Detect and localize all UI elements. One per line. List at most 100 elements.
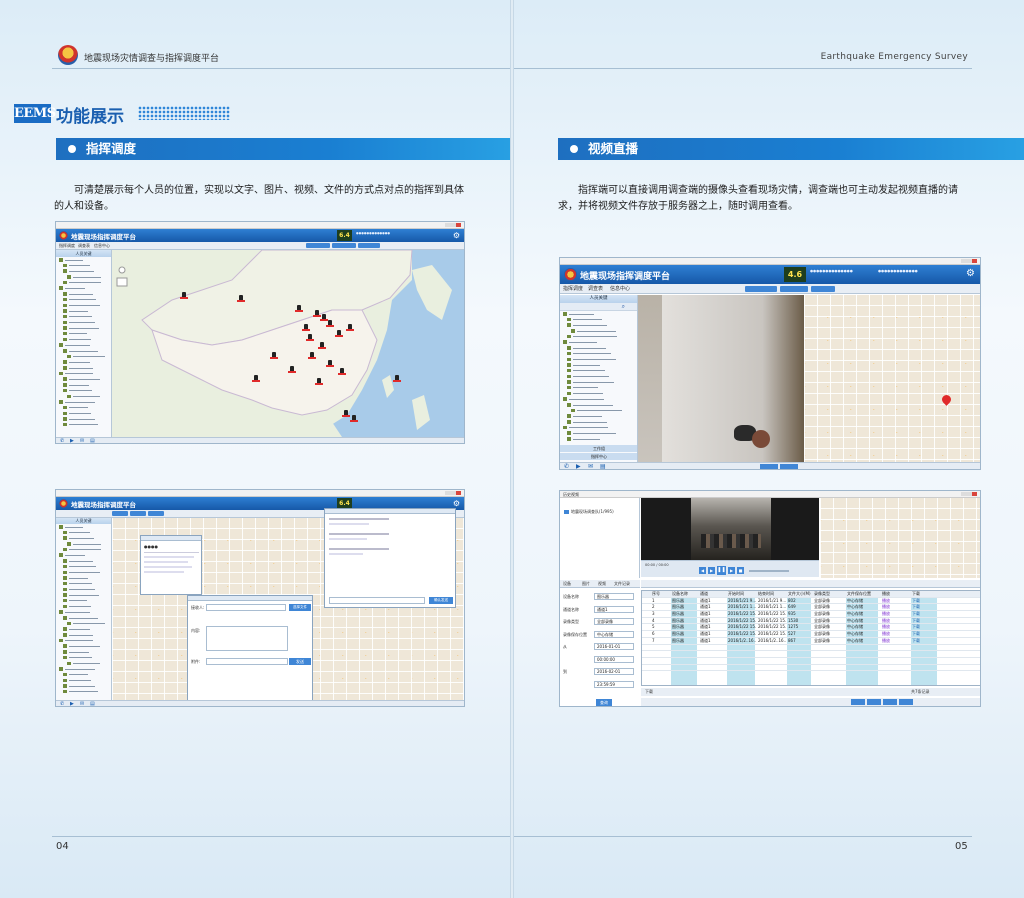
menu-tab-survey[interactable]: 调查表 <box>588 285 603 292</box>
send-button[interactable]: 发送 <box>289 658 311 665</box>
personnel-marker[interactable] <box>342 410 350 417</box>
toolbar-button[interactable] <box>332 243 356 248</box>
play-link[interactable]: 播放 <box>882 631 908 637</box>
personnel-marker[interactable] <box>318 342 326 349</box>
city-map[interactable] <box>820 498 980 578</box>
personnel-marker[interactable] <box>346 324 354 331</box>
tree-node[interactable] <box>560 436 637 442</box>
toolbar-button[interactable] <box>112 511 128 516</box>
file-icon[interactable]: ▤ <box>600 463 606 469</box>
phone-icon[interactable]: ✆ <box>564 463 569 469</box>
personnel-marker[interactable] <box>288 366 296 373</box>
personnel-marker[interactable] <box>302 324 310 331</box>
tab-video[interactable]: 视频 <box>598 581 606 587</box>
play-link[interactable]: 播放 <box>882 624 908 630</box>
content-textarea[interactable] <box>206 626 288 651</box>
table-row[interactable]: 1 图乐器 通道1 2016/1/21 9... 2016/1/21 9... 802 全部… <box>642 598 980 605</box>
attachment-input[interactable] <box>206 658 288 665</box>
table-row[interactable]: 4 图乐器 通道1 2016/1/22 15... 2016/1/22 15... 153… <box>642 618 980 625</box>
receiver-input[interactable] <box>206 604 286 611</box>
video-icon[interactable]: ▶ <box>576 463 581 469</box>
personnel-marker[interactable] <box>315 378 323 385</box>
settings-gear-icon[interactable]: ⚙ <box>966 268 975 280</box>
play-link[interactable]: 播放 <box>882 638 908 644</box>
form-field[interactable]: 图乐器 <box>594 593 634 600</box>
personnel-marker[interactable] <box>252 375 260 382</box>
play-link[interactable]: 播放 <box>882 598 908 604</box>
toolbar-button[interactable] <box>130 511 146 516</box>
pause-button[interactable]: ❚❚ <box>717 566 726 575</box>
chat-icon[interactable]: ✉ <box>80 438 84 443</box>
play-link[interactable]: 播放 <box>882 604 908 610</box>
download-link[interactable]: 下载 <box>912 604 938 610</box>
toolbar-button[interactable] <box>811 286 835 292</box>
toolbar-button[interactable] <box>358 243 380 248</box>
city-map[interactable] <box>804 295 980 462</box>
toolbar-button[interactable] <box>780 286 808 292</box>
form-field[interactable]: 23:59:59 <box>594 680 634 688</box>
download-link[interactable]: 下载 <box>912 624 938 630</box>
chat-icon[interactable]: ✉ <box>588 463 593 469</box>
video-icon[interactable]: ▶ <box>70 438 74 443</box>
personnel-marker[interactable] <box>237 295 245 302</box>
personnel-marker[interactable] <box>393 375 401 382</box>
toolbar-button[interactable] <box>306 243 330 248</box>
menu-tab-info[interactable]: 信息中心 <box>94 243 110 249</box>
query-button[interactable]: 查询 <box>596 699 612 706</box>
form-field[interactable]: 中心存储 <box>594 630 634 638</box>
menu-tab-survey[interactable]: 调查表 <box>78 243 90 249</box>
personnel-marker[interactable] <box>270 352 278 359</box>
play-link[interactable]: 播放 <box>882 611 908 617</box>
next-page-button[interactable] <box>883 699 897 705</box>
tab-image[interactable]: 图片 <box>582 581 590 587</box>
menu-tab-command[interactable]: 指挥调度 <box>59 243 75 249</box>
table-row[interactable]: 5 图乐器 通道1 2016/1/22 15... 2016/1/22 15... 127… <box>642 624 980 632</box>
form-field[interactable]: 全部录像 <box>594 618 634 625</box>
stop-button[interactable]: ■ <box>737 567 744 574</box>
last-page-button[interactable] <box>899 699 913 705</box>
personnel-marker[interactable] <box>295 305 303 312</box>
phone-icon[interactable]: ✆ <box>60 701 64 706</box>
select-file-button[interactable]: 选择文件 <box>289 604 311 611</box>
personnel-marker[interactable] <box>335 330 343 337</box>
file-icon[interactable]: ▤ <box>90 438 95 443</box>
tab-device[interactable]: 设备 <box>563 581 571 587</box>
table-row[interactable]: 7 图乐器 通道1 2016/1/2..16... 2016/1/2..16... 867… <box>642 638 980 645</box>
search-icon[interactable]: ⌕ <box>622 303 625 311</box>
video-control-button[interactable] <box>760 464 778 469</box>
menu-tab-command[interactable]: 指挥调度 <box>563 285 583 292</box>
download-link[interactable]: 下载 <box>912 631 938 637</box>
personnel-marker[interactable] <box>320 314 328 321</box>
china-map[interactable] <box>112 250 464 437</box>
download-link[interactable]: 下载 <box>912 598 938 604</box>
play-link[interactable]: 播放 <box>882 618 908 624</box>
chat-send-button[interactable]: 确认发送 <box>429 597 453 604</box>
phone-icon[interactable]: ✆ <box>60 438 64 443</box>
table-row[interactable]: 2 图乐器 通道1 2016/1/21 1... 2016/1/21 1... 649 全部… <box>642 604 980 612</box>
form-field[interactable]: 2016-01-01 <box>594 643 634 650</box>
download-link[interactable]: 下载 <box>912 638 938 644</box>
table-row[interactable]: 3 图乐器 通道1 2016/1/22 15... 2016/1/22 15... 935… <box>642 611 980 618</box>
download-link[interactable]: 下载 <box>912 618 938 624</box>
toolbar-button[interactable] <box>148 511 164 516</box>
video-control-button[interactable] <box>780 464 798 469</box>
chat-icon[interactable]: ✉ <box>80 701 84 706</box>
chat-input[interactable] <box>329 597 425 604</box>
menu-tab-info[interactable]: 信息中心 <box>610 285 630 292</box>
personnel-marker[interactable] <box>306 334 314 341</box>
tab-file-records[interactable]: 文件记录 <box>614 581 630 587</box>
personnel-marker[interactable] <box>313 310 321 317</box>
personnel-marker[interactable] <box>308 352 316 359</box>
video-player[interactable] <box>641 498 819 560</box>
tree-node[interactable] <box>56 689 111 695</box>
settings-gear-icon[interactable]: ⚙ <box>453 231 460 240</box>
form-field[interactable]: 00:00:00 <box>594 655 634 663</box>
personnel-marker[interactable] <box>350 415 358 422</box>
file-icon[interactable]: ▤ <box>90 701 95 706</box>
form-field[interactable]: 通道1 <box>594 605 634 613</box>
download-link[interactable]: 下载 <box>912 611 938 617</box>
play-button[interactable]: ▶ <box>708 567 715 574</box>
form-field[interactable]: 2016-02-01 <box>594 668 634 675</box>
prev-page-button[interactable] <box>867 699 881 705</box>
personnel-marker[interactable] <box>180 292 188 299</box>
